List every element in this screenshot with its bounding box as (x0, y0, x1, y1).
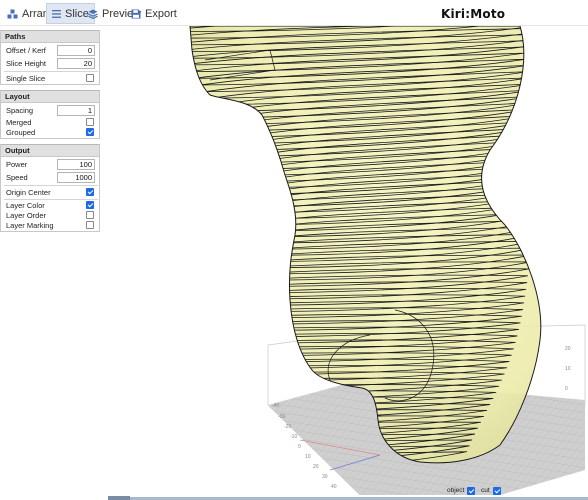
origin-center-label: Origin Center (6, 188, 51, 197)
save-icon (131, 9, 141, 18)
spacing-label: Spacing (6, 106, 34, 115)
merged-label: Merged (6, 118, 32, 127)
output-panel: Output Power 100 Speed 1000 Origin Cente… (0, 144, 100, 232)
layer-marking-checkbox[interactable] (86, 221, 94, 229)
power-input[interactable]: 100 (57, 159, 95, 170)
offset-kerf-input[interactable]: 0 (57, 45, 95, 56)
layer-marking-row: Layer Marking (1, 220, 99, 232)
object-toggle-label: object (447, 487, 465, 494)
divider (4, 71, 98, 72)
slice-height-input[interactable]: 20 (57, 58, 95, 69)
svg-text:20: 20 (565, 346, 571, 352)
svg-text:10: 10 (305, 454, 311, 460)
paths-panel: Paths Offset / Kerf 0 Slice Height 20 Si… (0, 30, 100, 85)
single-slice-row: Single Slice (1, 73, 99, 85)
svg-text:-40: -40 (272, 403, 279, 409)
svg-text:-10: -10 (290, 434, 297, 440)
layer-marking-label: Layer Marking (6, 221, 54, 230)
slice-height-label: Slice Height (6, 59, 47, 68)
merged-checkbox[interactable] (86, 118, 94, 126)
grouped-label: Grouped (6, 128, 36, 137)
layer-order-label: Layer Order (6, 211, 47, 220)
tab-export-label: Export (145, 7, 177, 20)
tab-export[interactable]: Export (126, 3, 182, 24)
speed-input[interactable]: 1000 (57, 172, 95, 183)
single-slice-label: Single Slice (6, 74, 46, 83)
divider (4, 185, 98, 186)
speed-label: Speed (6, 173, 28, 182)
app-logo: Kiri:Moto (441, 7, 506, 21)
offset-kerf-label: Offset / Kerf (6, 46, 46, 55)
layer-slider-handle[interactable] (108, 496, 130, 500)
svg-text:30: 30 (322, 474, 328, 480)
arrange-icon (7, 9, 18, 18)
paths-panel-title: Paths (1, 30, 99, 43)
grouped-checkbox[interactable] (86, 128, 94, 136)
cut-toggle[interactable]: cut (481, 485, 501, 496)
layout-panel: Layout Spacing 1 Merged Grouped (0, 90, 100, 139)
slice-height-row: Slice Height 20 (1, 58, 99, 70)
speed-row: Speed 1000 (1, 172, 99, 184)
offset-kerf-row: Offset / Kerf 0 (1, 45, 99, 57)
svg-text:-30: -30 (278, 414, 285, 420)
origin-center-checkbox[interactable] (86, 188, 94, 196)
list-icon (52, 9, 61, 18)
layers-icon (88, 9, 98, 19)
svg-text:0: 0 (565, 386, 568, 392)
layer-color-label: Layer Color (6, 201, 45, 210)
svg-text:10: 10 (565, 366, 571, 372)
cut-checkbox[interactable] (492, 486, 501, 495)
power-label: Power (6, 160, 28, 169)
svg-text:40: 40 (331, 484, 337, 490)
single-slice-checkbox[interactable] (86, 74, 94, 82)
object-toggle[interactable]: object (447, 485, 476, 496)
object-checkbox[interactable] (467, 486, 476, 495)
svg-text:0: 0 (298, 444, 301, 450)
spacing-input[interactable]: 1 (57, 105, 95, 116)
spacing-row: Spacing 1 (1, 105, 99, 117)
grouped-row: Grouped (1, 127, 99, 139)
top-toolbar: Arrange Slice Preview Export Kiri:Moto (0, 0, 588, 26)
cut-toggle-label: cut (481, 487, 490, 494)
layer-order-checkbox[interactable] (86, 211, 94, 219)
output-panel-title: Output (1, 144, 99, 157)
power-row: Power 100 (1, 159, 99, 171)
svg-text:-20: -20 (284, 424, 291, 430)
origin-center-row: Origin Center (1, 187, 99, 199)
svg-text:20: 20 (313, 464, 319, 470)
layer-color-checkbox[interactable] (86, 201, 94, 209)
layout-panel-title: Layout (1, 90, 99, 103)
